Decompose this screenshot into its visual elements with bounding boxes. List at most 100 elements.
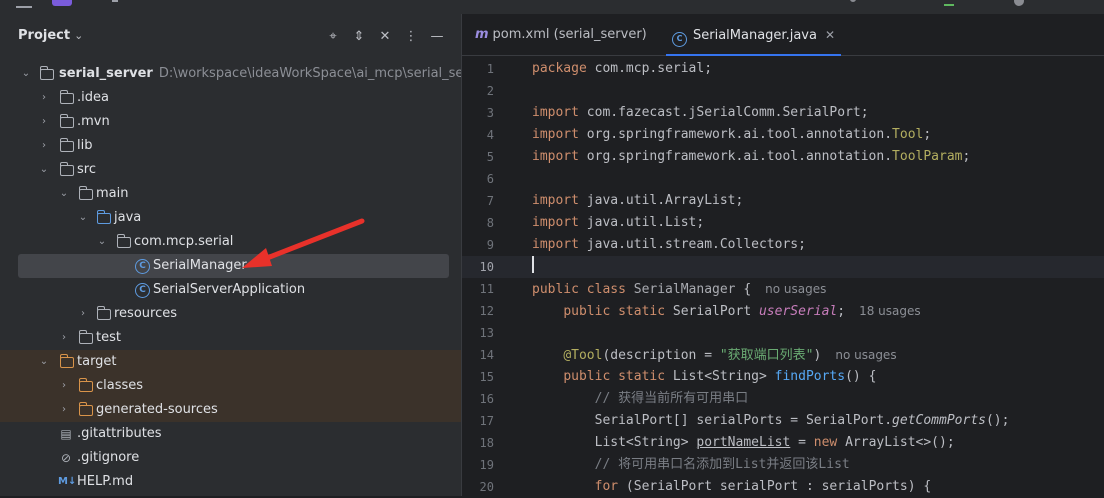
- code-line: 5 import org.springframework.ai.tool.anno…: [462, 146, 1104, 168]
- code-token: (SerialPort serialPort : serialPorts) {: [618, 479, 932, 494]
- tree-item-package[interactable]: ⌄ com.mcp.serial: [0, 230, 461, 254]
- excluded-folder-icon: [59, 354, 74, 368]
- project-logo-icon[interactable]: [52, 0, 72, 6]
- folder-icon: [59, 162, 74, 176]
- chevron-right-icon[interactable]: ›: [38, 110, 50, 134]
- project-tree: ⌄ serial_server D:\workspace\ideaWorkSpac…: [0, 62, 490, 494]
- tree-item-serial-server-application[interactable]: C SerialServerApplication: [0, 278, 461, 302]
- vcs-icon[interactable]: [944, 0, 954, 6]
- more-options-icon[interactable]: ⋮: [401, 26, 421, 46]
- tree-item-classes[interactable]: › classes: [0, 374, 461, 398]
- tree-item-gitattributes[interactable]: ▤ .gitattributes: [0, 422, 461, 446]
- line-number: 4: [486, 128, 494, 142]
- project-toolbar: ⌖ ⇕ ✕ ⋮ —: [323, 26, 447, 46]
- project-dropdown-icon[interactable]: [112, 0, 118, 2]
- chevron-right-icon[interactable]: ›: [58, 326, 70, 350]
- chevron-down-icon[interactable]: ⌄: [20, 62, 32, 86]
- line-number: 12: [479, 304, 494, 318]
- tree-item-serial-manager[interactable]: C SerialManager: [18, 254, 449, 278]
- line-number: 2: [486, 84, 494, 98]
- folder-icon: [59, 114, 74, 128]
- expand-all-icon[interactable]: ⇕: [349, 26, 369, 46]
- tab-pom-xml[interactable]: m pom.xml (serial_server): [475, 14, 647, 56]
- variable-token: portNameList: [696, 435, 791, 450]
- usages-hint[interactable]: no usages: [835, 348, 896, 362]
- tree-item-lib[interactable]: › lib: [0, 134, 461, 158]
- string-token: "获取端口列表": [719, 348, 814, 363]
- line-number: 3: [486, 106, 494, 120]
- code-token: (description =: [602, 348, 720, 363]
- keyword-token: for: [594, 479, 619, 494]
- usages-hint[interactable]: no usages: [765, 282, 826, 296]
- source-folder-icon: [96, 210, 111, 224]
- tree-item-resources[interactable]: › resources: [0, 302, 461, 326]
- tree-item-src[interactable]: ⌄ src: [0, 158, 461, 182]
- code-token: ArrayList<>();: [837, 435, 955, 450]
- editor-pane: m pom.xml (serial_server) C SerialManager.…: [461, 14, 1104, 496]
- chevron-down-icon[interactable]: ⌄: [77, 206, 89, 230]
- tree-item-gitignore[interactable]: ⊘ .gitignore: [0, 446, 461, 470]
- tree-item-mvn[interactable]: › .mvn: [0, 110, 461, 134]
- tree-item-java[interactable]: ⌄ java: [0, 206, 461, 230]
- code-line: 8 import java.util.List;: [462, 212, 1104, 234]
- line-number: 1: [486, 62, 494, 76]
- keyword-token: import: [532, 149, 579, 164]
- code-token: java.util.stream.Collectors;: [578, 237, 806, 252]
- close-icon[interactable]: ✕: [825, 28, 835, 42]
- tree-item-idea[interactable]: › .idea: [0, 86, 461, 110]
- line-number: 16: [479, 392, 494, 406]
- code-token: =: [790, 435, 814, 450]
- locate-icon[interactable]: ⌖: [323, 26, 343, 46]
- file-icon: ▤: [60, 427, 72, 441]
- chevron-right-icon[interactable]: ›: [38, 86, 50, 110]
- code-token: ;: [962, 149, 971, 164]
- code-line: 14 @Tool(description = "获取端口列表") no usage…: [462, 344, 1104, 366]
- usages-hint[interactable]: 18 usages: [859, 304, 921, 318]
- tree-item-label: resources: [114, 306, 178, 321]
- line-number: 5: [486, 150, 494, 164]
- chevron-down-icon[interactable]: ⌄: [96, 230, 108, 254]
- chevron-down-icon[interactable]: ⌄: [38, 158, 50, 182]
- hide-panel-icon[interactable]: —: [427, 26, 447, 46]
- maven-file-icon: m: [475, 27, 489, 42]
- code-line: 16 // 获得当前所有可用串口: [462, 388, 1104, 410]
- tree-item-test[interactable]: › test: [0, 326, 461, 350]
- tree-item-label: test: [96, 330, 121, 345]
- code-token: List<String>: [594, 435, 697, 450]
- chevron-down-icon[interactable]: ⌄: [58, 182, 70, 206]
- tab-serial-manager-java[interactable]: C SerialManager.java ✕: [665, 14, 842, 56]
- project-view-selector[interactable]: Project ⌄: [18, 28, 83, 43]
- toolbar-icon[interactable]: [850, 0, 856, 2]
- code-token: ;: [923, 127, 932, 142]
- line-number: 15: [479, 370, 494, 384]
- keyword-token: import: [532, 215, 579, 230]
- line-number: 17: [479, 414, 494, 428]
- code-line: 13: [462, 322, 1104, 344]
- chevron-right-icon[interactable]: ›: [58, 374, 70, 398]
- folder-icon: [59, 138, 74, 152]
- line-number: 10: [479, 260, 494, 274]
- tree-item-help-md[interactable]: M↓ HELP.md: [0, 470, 461, 494]
- keyword-token: import: [532, 237, 579, 252]
- code-editor[interactable]: 1 package com.mcp.serial; 2 3 import com.f…: [462, 58, 1104, 498]
- code-line: 4 import org.springframework.ai.tool.anno…: [462, 124, 1104, 146]
- main-menu-icon[interactable]: [16, 0, 32, 8]
- collapse-all-icon[interactable]: ✕: [375, 26, 395, 46]
- chevron-right-icon[interactable]: ›: [38, 134, 50, 158]
- chevron-down-icon[interactable]: ⌄: [38, 350, 50, 374]
- chevron-right-icon[interactable]: ›: [58, 398, 70, 422]
- tree-item-serial-server[interactable]: ⌄ serial_server D:\workspace\ideaWorkSpac…: [0, 62, 490, 86]
- keyword-token: new: [813, 435, 838, 450]
- tree-item-main[interactable]: ⌄ main: [0, 182, 461, 206]
- keyword-token: public static: [563, 304, 666, 319]
- tree-item-label: .gitattributes: [77, 426, 162, 441]
- resources-folder-icon: [96, 306, 111, 320]
- comment-token: // 将可用串口名添加到List并返回该List: [594, 457, 850, 472]
- chevron-right-icon[interactable]: ›: [77, 302, 89, 326]
- code-line: 12 public static SerialPort userSerial; 1…: [462, 300, 1104, 322]
- toolbar-icon[interactable]: [1014, 0, 1024, 6]
- code-token: ): [813, 348, 822, 363]
- tree-item-target[interactable]: ⌄ target: [0, 350, 461, 374]
- project-panel-title: Project: [18, 28, 71, 43]
- tree-item-generated-sources[interactable]: › generated-sources: [0, 398, 461, 422]
